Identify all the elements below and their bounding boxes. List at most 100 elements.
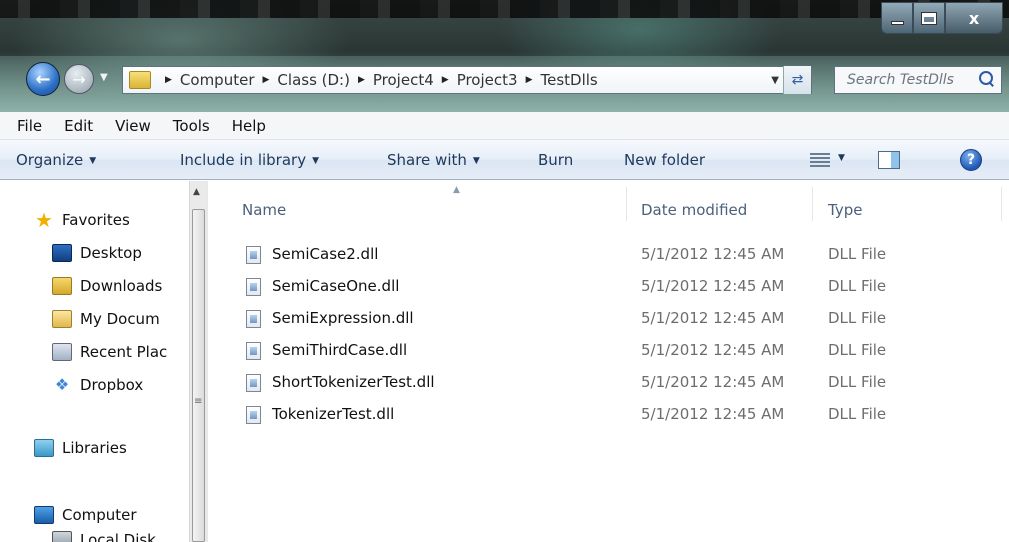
crumb-testdlls[interactable]: TestDlls: [540, 71, 597, 89]
nav-item-my-documents[interactable]: My Docum: [52, 310, 189, 328]
include-in-library-button[interactable]: Include in library ▼: [180, 151, 319, 169]
computer-icon: [34, 506, 54, 524]
maximize-button[interactable]: [913, 2, 945, 34]
navigation-scrollbar[interactable]: ▲ ≡: [189, 181, 206, 542]
organize-label: Organize: [16, 151, 84, 169]
change-view-icon[interactable]: [810, 153, 830, 167]
preview-pane-icon[interactable]: [878, 151, 900, 169]
nav-item-local-disk[interactable]: Local Disk: [52, 531, 189, 542]
file-row[interactable]: TokenizerTest.dll 5/1/2012 12:45 AM DLL …: [208, 399, 1009, 431]
file-date: 5/1/2012 12:45 AM: [641, 245, 785, 263]
file-row[interactable]: SemiThirdCase.dll 5/1/2012 12:45 AM DLL …: [208, 335, 1009, 367]
organize-button[interactable]: Organize ▼: [16, 151, 96, 169]
file-type: DLL File: [828, 245, 887, 263]
file-row[interactable]: SemiCaseOne.dll 5/1/2012 12:45 AM DLL Fi…: [208, 271, 1009, 303]
documents-folder-icon: [52, 310, 72, 328]
breadcrumb: ▶ Computer ▶ Class (D:) ▶ Project4 ▶ Pro…: [157, 71, 598, 89]
burn-button[interactable]: Burn: [538, 151, 573, 169]
column-header-date-modified[interactable]: Date modified: [641, 201, 747, 219]
address-bar[interactable]: ▶ Computer ▶ Class (D:) ▶ Project4 ▶ Pro…: [122, 66, 812, 94]
help-icon[interactable]: ?: [960, 149, 982, 171]
column-divider[interactable]: [812, 187, 813, 221]
file-name: SemiExpression.dll: [272, 309, 414, 327]
sort-ascending-icon: ▲: [453, 185, 460, 195]
refresh-button[interactable]: ⇄: [783, 66, 811, 94]
crumb-class-d[interactable]: Class (D:): [277, 71, 350, 89]
back-button[interactable]: ←: [26, 62, 60, 96]
address-history-dropdown[interactable]: ▼: [771, 75, 779, 86]
crumb-project4[interactable]: Project4: [373, 71, 434, 89]
recent-pages-dropdown[interactable]: ▼: [100, 72, 108, 83]
chevron-right-icon[interactable]: ▶: [165, 75, 172, 85]
recent-places-icon: [52, 343, 72, 361]
maximize-icon: [921, 11, 937, 25]
file-date: 5/1/2012 12:45 AM: [641, 277, 785, 295]
close-icon: x: [968, 8, 980, 28]
nav-item-label: Local Disk: [80, 531, 156, 542]
libraries-icon: [34, 439, 54, 457]
nav-item-desktop[interactable]: Desktop: [52, 244, 189, 262]
nav-favorites-label: Favorites: [62, 211, 130, 229]
minimize-button[interactable]: [881, 2, 913, 34]
chevron-down-icon: ▼: [312, 156, 319, 166]
forward-arrow-icon: →: [72, 69, 86, 89]
menu-file[interactable]: File: [6, 117, 53, 135]
nav-item-label: Dropbox: [80, 376, 144, 394]
chevron-right-icon[interactable]: ▶: [358, 75, 365, 85]
chevron-right-icon[interactable]: ▶: [263, 75, 270, 85]
file-date: 5/1/2012 12:45 AM: [641, 341, 785, 359]
file-name: TokenizerTest.dll: [272, 405, 395, 423]
star-icon: ★: [35, 211, 53, 229]
file-row[interactable]: SemiCase2.dll 5/1/2012 12:45 AM DLL File: [208, 239, 1009, 271]
nav-computer-label: Computer: [62, 506, 137, 524]
crumb-project3[interactable]: Project3: [457, 71, 518, 89]
navigation-pane: ★ Favorites Desktop Downloads My Docum R…: [0, 181, 206, 542]
dll-file-icon: [246, 310, 261, 328]
dll-file-icon: [246, 278, 261, 296]
nav-favorites[interactable]: ★ Favorites: [34, 211, 130, 229]
dll-file-icon: [246, 374, 261, 392]
close-button[interactable]: x: [945, 2, 1003, 34]
new-folder-button[interactable]: New folder: [624, 151, 705, 169]
desktop-icon: [52, 244, 72, 262]
scroll-up-icon[interactable]: ▲: [193, 187, 200, 197]
column-header-name[interactable]: Name: [242, 201, 286, 219]
menu-edit[interactable]: Edit: [53, 117, 104, 135]
address-row: ← → ▼ ▶ Computer ▶ Class (D:) ▶ Project4…: [0, 58, 1009, 100]
file-row[interactable]: ShortTokenizerTest.dll 5/1/2012 12:45 AM…: [208, 367, 1009, 399]
search-input[interactable]: Search TestDlls: [834, 66, 1002, 94]
crumb-computer[interactable]: Computer: [180, 71, 255, 89]
nav-computer[interactable]: Computer: [34, 506, 137, 524]
column-divider[interactable]: [1001, 187, 1002, 221]
column-header-type[interactable]: Type: [828, 201, 862, 219]
chevron-down-icon: ▼: [472, 156, 480, 166]
share-with-button[interactable]: Share with ▼: [387, 151, 480, 169]
menu-view[interactable]: View: [104, 117, 162, 135]
command-bar: Organize ▼ Include in library ▼ Share with…: [0, 140, 1009, 180]
nav-item-downloads[interactable]: Downloads: [52, 277, 189, 295]
nav-item-recent-places[interactable]: Recent Plac: [52, 343, 189, 361]
nav-item-dropbox[interactable]: ❖ Dropbox: [52, 376, 189, 394]
chevron-right-icon[interactable]: ▶: [526, 75, 533, 85]
search-placeholder: Search TestDlls: [847, 72, 954, 88]
nav-libraries-label: Libraries: [62, 439, 127, 457]
nav-item-label: Downloads: [80, 277, 163, 295]
chevron-right-icon[interactable]: ▶: [442, 75, 449, 85]
forward-button[interactable]: →: [64, 64, 94, 94]
file-name: ShortTokenizerTest.dll: [272, 373, 435, 391]
file-row[interactable]: SemiExpression.dll 5/1/2012 12:45 AM DLL…: [208, 303, 1009, 335]
new-folder-label: New folder: [624, 151, 706, 169]
scrollbar-thumb[interactable]: [192, 209, 205, 542]
view-dropdown-icon[interactable]: ▼: [838, 153, 845, 163]
file-date: 5/1/2012 12:45 AM: [641, 373, 785, 391]
column-divider[interactable]: [626, 187, 627, 221]
burn-label: Burn: [538, 151, 574, 169]
folder-icon: [129, 71, 151, 89]
nav-libraries[interactable]: Libraries: [34, 439, 127, 457]
include-in-library-label: Include in library: [180, 151, 307, 169]
menu-help[interactable]: Help: [221, 117, 277, 135]
search-icon[interactable]: [979, 71, 995, 87]
help-label: ?: [966, 152, 976, 168]
nav-item-label: Desktop: [80, 244, 142, 262]
menu-tools[interactable]: Tools: [162, 117, 221, 135]
